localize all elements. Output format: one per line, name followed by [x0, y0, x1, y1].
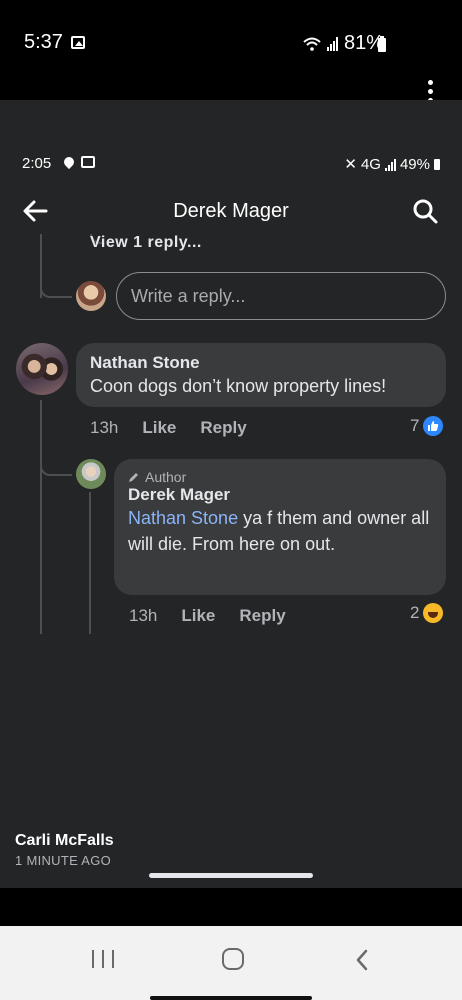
inner-status-time: 2:05: [22, 155, 52, 172]
avatar: [76, 281, 106, 311]
inner-status-right: ✕ 4G 49%: [344, 155, 440, 173]
thread-connector: [40, 400, 72, 476]
back-icon[interactable]: [354, 948, 370, 972]
avatar[interactable]: [76, 459, 106, 489]
comment-time: 13h: [90, 418, 119, 437]
inner-battery-text: 49%: [399, 155, 430, 173]
comment-bubble: Author Derek Mager Nathan Stone ya f the…: [114, 459, 446, 595]
home-indicator: [149, 873, 313, 878]
author-label: Author: [145, 469, 187, 485]
page-title: Derek Mager: [173, 200, 289, 222]
like-reaction-icon: [423, 416, 444, 436]
outer-status-bar: 5:37 81%: [0, 0, 462, 100]
avatar[interactable]: [16, 343, 68, 395]
haha-reaction-icon: [423, 603, 444, 623]
outer-status-time: 5:37: [24, 31, 63, 53]
reply-button[interactable]: Reply: [239, 606, 285, 626]
comment-text: Coon dogs don’t know property lines!: [90, 376, 387, 396]
reaction-summary[interactable]: 2: [410, 603, 444, 623]
mention-link[interactable]: Nathan Stone: [128, 508, 238, 528]
system-nav-bar: [0, 926, 462, 1000]
search-icon[interactable]: [410, 196, 440, 226]
reaction-count: 7: [410, 416, 420, 435]
commenter-name[interactable]: Derek Mager: [128, 485, 432, 505]
thread-connector: [40, 250, 72, 298]
comment-text: Nathan Stone ya f them and owner all wil…: [128, 505, 432, 557]
network-type: 4G: [360, 155, 381, 173]
image-notification-icon: [71, 36, 85, 49]
mute-icon: ✕: [344, 156, 357, 173]
battery-icon: [378, 36, 386, 52]
comment-actions: 13h Like Reply: [129, 606, 286, 626]
comment-bubble: Nathan Stone Coon dogs don’t know proper…: [76, 343, 446, 407]
like-button[interactable]: Like: [142, 418, 176, 438]
poster-name: Carli McFalls: [15, 832, 114, 849]
wifi-icon: [303, 37, 321, 51]
signal-icon: [384, 157, 396, 171]
like-button[interactable]: Like: [181, 606, 215, 626]
home-icon[interactable]: [222, 948, 244, 970]
comment-actions: 13h Like Reply: [90, 418, 247, 438]
image-notification-icon: [81, 156, 95, 168]
poster-time: 1 MINUTE AGO: [15, 853, 112, 868]
app-bar: Derek Mager: [0, 188, 462, 234]
battery-icon: [434, 158, 440, 170]
reply-input[interactable]: Write a reply...: [116, 272, 446, 320]
reaction-summary[interactable]: 7: [410, 416, 444, 436]
black-band: [0, 888, 462, 926]
facebook-comments-screen: 2:05 ✕ 4G 49% Derek Mager View 1 reply..…: [0, 100, 462, 888]
reaction-count: 2: [410, 603, 420, 622]
reply-button[interactable]: Reply: [200, 418, 246, 438]
comment-time: 13h: [129, 606, 158, 625]
signal-icon: [326, 36, 338, 51]
thread-line: [89, 492, 91, 634]
view-replies-link[interactable]: View 1 reply...: [90, 234, 202, 252]
bottom-strip: [150, 996, 312, 1000]
outer-status-right: 81%: [303, 32, 384, 55]
pencil-icon: [129, 473, 138, 482]
author-badge: Author: [128, 469, 432, 485]
commenter-name[interactable]: Nathan Stone: [90, 353, 432, 373]
recents-icon[interactable]: [92, 950, 114, 970]
location-icon: [61, 154, 77, 170]
